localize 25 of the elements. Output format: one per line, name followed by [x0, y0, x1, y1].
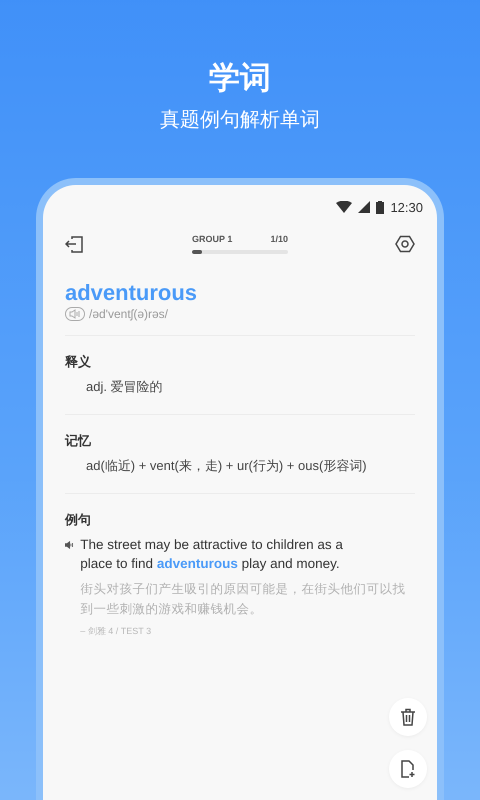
- section-title: 记忆: [65, 432, 92, 450]
- progress-count: 1/10: [270, 234, 288, 244]
- delete-button[interactable]: [389, 698, 427, 736]
- trash-icon: [400, 708, 416, 726]
- status-time: 12:30: [390, 200, 423, 214]
- file-plus-icon: [400, 760, 416, 778]
- exit-icon[interactable]: [65, 234, 85, 254]
- section-title: 例句: [65, 511, 92, 529]
- section-text: adj. 爱冒险的: [86, 378, 164, 396]
- word-heading: adventurous: [65, 279, 198, 307]
- section-title: 释义: [65, 353, 92, 371]
- promo-title: 学词: [209, 59, 271, 97]
- add-file-button[interactable]: [389, 750, 427, 788]
- wifi-icon: [336, 201, 352, 213]
- promo-subtitle: 真题例句解析单词: [160, 108, 320, 133]
- settings-icon[interactable]: [395, 234, 415, 254]
- section-text: ad(临近) + vent(来，走) + ur(行为) + ous(形容词): [86, 457, 368, 475]
- translation-text: 街头对孩子们产生吸引的原因可能是，在街头他们可以找到一些刺激的游戏和赚钱机会。: [80, 581, 406, 618]
- phonetic-text: /əd'ventʃ(ə)rəs/: [89, 307, 168, 321]
- source-text: – 剑雅 4 / TEST 3: [80, 625, 152, 638]
- group-label: GROUP 1: [192, 234, 232, 244]
- example-sentence: The street may be attractive to children as a place to find adventurous play and money.: [80, 536, 344, 573]
- signal-icon: [358, 201, 370, 213]
- speaker-icon[interactable]: [65, 540, 74, 550]
- battery-icon: [376, 200, 384, 214]
